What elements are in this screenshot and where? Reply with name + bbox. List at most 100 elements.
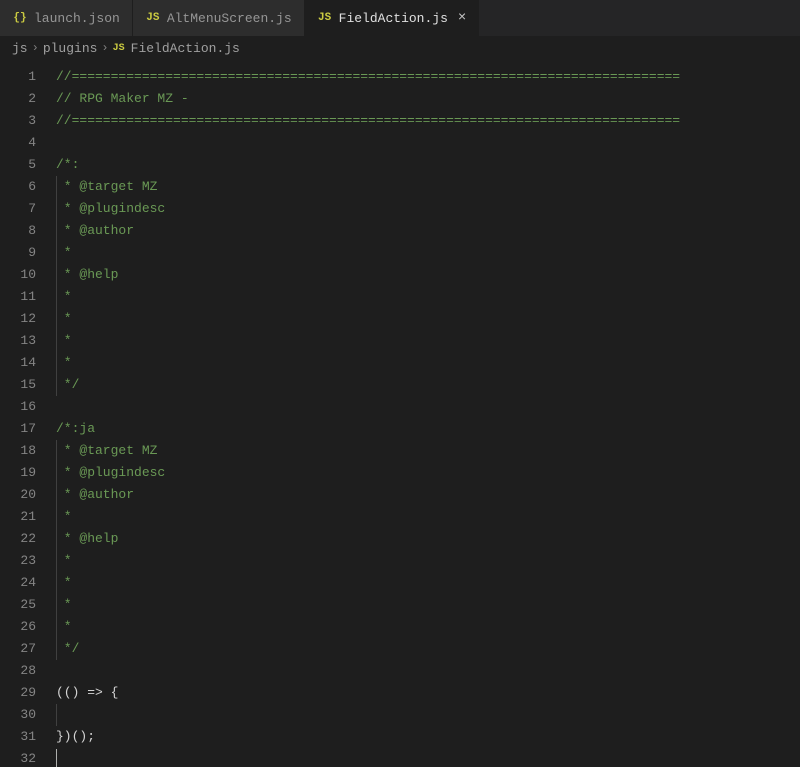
code-token: *	[56, 355, 79, 370]
code-token: * @author	[56, 223, 142, 238]
line-number: 32	[0, 748, 56, 767]
code-line[interactable]: *	[56, 352, 800, 374]
line-number: 23	[0, 550, 56, 572]
indent-guide	[56, 374, 57, 396]
line-number: 11	[0, 286, 56, 308]
indent-guide	[56, 462, 57, 484]
line-number: 31	[0, 726, 56, 748]
code-line[interactable]: *	[56, 550, 800, 572]
indent-guide	[56, 242, 57, 264]
code-token: /*:	[56, 157, 79, 172]
line-number: 12	[0, 308, 56, 330]
code-line[interactable]: * @target MZ	[56, 176, 800, 198]
line-number: 27	[0, 638, 56, 660]
code-line[interactable]: * @plugindesc	[56, 462, 800, 484]
code-area[interactable]: //======================================…	[56, 60, 800, 767]
indent-guide	[56, 198, 57, 220]
line-number: 16	[0, 396, 56, 418]
code-token: /*:ja	[56, 421, 95, 436]
indent-guide	[56, 594, 57, 616]
line-number: 13	[0, 330, 56, 352]
line-number: 28	[0, 660, 56, 682]
code-line[interactable]	[56, 132, 800, 154]
line-number: 4	[0, 132, 56, 154]
line-number: 14	[0, 352, 56, 374]
code-line[interactable]	[56, 748, 800, 767]
line-number: 25	[0, 594, 56, 616]
code-line[interactable]	[56, 704, 800, 726]
line-number: 2	[0, 88, 56, 110]
code-token: *	[56, 553, 72, 568]
code-line[interactable]: * @help	[56, 264, 800, 286]
editor[interactable]: 1234567891011121314151617181920212223242…	[0, 60, 800, 767]
code-line[interactable]: /*:ja	[56, 418, 800, 440]
code-token: //======================================…	[56, 113, 680, 128]
code-line[interactable]: * @author	[56, 220, 800, 242]
indent-guide	[56, 550, 57, 572]
code-line[interactable]: *	[56, 506, 800, 528]
line-number: 18	[0, 440, 56, 462]
breadcrumb-seg[interactable]: plugins	[43, 41, 98, 56]
code-token: (() => {	[56, 685, 118, 700]
line-number: 5	[0, 154, 56, 176]
code-token: */	[56, 641, 79, 656]
indent-guide	[56, 638, 57, 660]
line-number: 21	[0, 506, 56, 528]
line-number: 1	[0, 66, 56, 88]
code-line[interactable]: *	[56, 286, 800, 308]
tab-launch-json[interactable]: {}launch.json	[0, 0, 133, 36]
code-line[interactable]: * @author	[56, 484, 800, 506]
code-token: //======================================…	[56, 69, 680, 84]
chevron-right-icon: ›	[32, 41, 39, 55]
code-line[interactable]: (() => {	[56, 682, 800, 704]
tab-label: FieldAction.js	[339, 11, 448, 26]
code-line[interactable]: * @target MZ	[56, 440, 800, 462]
indent-guide	[56, 440, 57, 462]
code-line[interactable]: /*:	[56, 154, 800, 176]
code-line[interactable]: * @help	[56, 528, 800, 550]
code-line[interactable]	[56, 660, 800, 682]
code-line[interactable]: *	[56, 572, 800, 594]
code-token: *	[56, 597, 72, 612]
code-token: *	[56, 289, 72, 304]
code-line[interactable]: *	[56, 594, 800, 616]
indent-guide	[56, 484, 57, 506]
code-token: *	[56, 575, 79, 590]
code-line[interactable]: //======================================…	[56, 66, 800, 88]
code-line[interactable]: // RPG Maker MZ -	[56, 88, 800, 110]
indent-guide	[56, 572, 57, 594]
code-line[interactable]: */	[56, 638, 800, 660]
code-token: // RPG Maker MZ -	[56, 91, 196, 106]
breadcrumb-seg[interactable]: js	[12, 41, 28, 56]
code-line[interactable]: *	[56, 242, 800, 264]
line-number: 6	[0, 176, 56, 198]
tab-label: AltMenuScreen.js	[167, 11, 292, 26]
indent-guide	[56, 308, 57, 330]
line-number: 7	[0, 198, 56, 220]
code-token: * @plugindesc	[56, 201, 173, 216]
breadcrumbs[interactable]: js › plugins › JS FieldAction.js	[0, 36, 800, 60]
code-token: * @help	[56, 267, 126, 282]
code-line[interactable]: *	[56, 330, 800, 352]
code-line[interactable]: *	[56, 616, 800, 638]
tab-FieldAction-js[interactable]: JSFieldAction.js×	[305, 0, 480, 36]
breadcrumb-seg[interactable]: FieldAction.js	[131, 41, 240, 56]
tab-AltMenuScreen-js[interactable]: JSAltMenuScreen.js	[133, 0, 305, 36]
code-line[interactable]: *	[56, 308, 800, 330]
line-number: 20	[0, 484, 56, 506]
line-number: 9	[0, 242, 56, 264]
code-token: })();	[56, 729, 95, 744]
code-token: * @plugindesc	[56, 465, 173, 480]
code-token: * @target MZ	[56, 179, 157, 194]
close-icon[interactable]: ×	[458, 10, 466, 26]
code-line[interactable]: * @plugindesc	[56, 198, 800, 220]
code-line[interactable]: //======================================…	[56, 110, 800, 132]
line-number: 15	[0, 374, 56, 396]
indent-guide	[56, 176, 57, 198]
line-number: 24	[0, 572, 56, 594]
line-number: 3	[0, 110, 56, 132]
code-line[interactable]: })();	[56, 726, 800, 748]
code-line[interactable]: */	[56, 374, 800, 396]
code-line[interactable]	[56, 396, 800, 418]
line-number: 8	[0, 220, 56, 242]
